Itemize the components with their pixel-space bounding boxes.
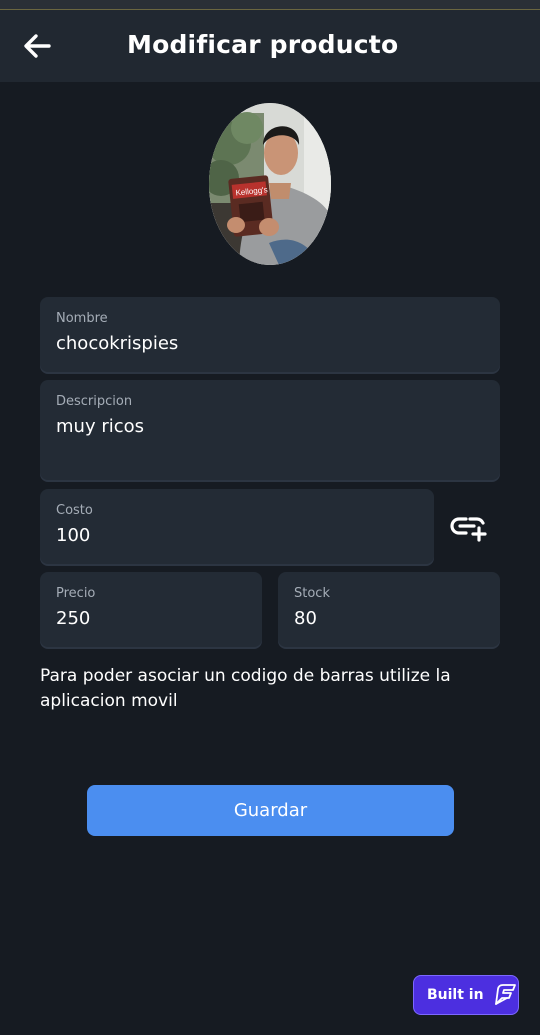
product-photo: Kellogg's: [209, 103, 331, 265]
built-in-label: Built in: [427, 987, 484, 1003]
built-in-badge[interactable]: Built in: [413, 975, 519, 1015]
status-strip: [0, 0, 540, 10]
nombre-value[interactable]: chocokrispies: [56, 333, 178, 354]
back-button[interactable]: [18, 28, 56, 64]
stock-value[interactable]: 80: [294, 608, 317, 629]
arrow-left-icon: [24, 34, 51, 58]
descripcion-label: Descripcion: [56, 394, 133, 409]
costo-value[interactable]: 100: [56, 525, 90, 546]
product-image[interactable]: Kellogg's: [209, 103, 331, 265]
descripcion-field[interactable]: Descripcion muy ricos: [40, 380, 500, 480]
stock-label: Stock: [294, 586, 330, 601]
nombre-label: Nombre: [56, 311, 108, 326]
page-title: Modificar producto: [127, 30, 399, 59]
barcode-note: Para poder asociar un codigo de barras u…: [40, 666, 451, 711]
costo-field[interactable]: Costo 100: [40, 489, 434, 564]
precio-value[interactable]: 250: [56, 608, 90, 629]
stock-field[interactable]: Stock 80: [278, 572, 500, 647]
nombre-field[interactable]: Nombre chocokrispies: [40, 297, 500, 372]
add-link-icon: [450, 517, 487, 542]
precio-label: Precio: [56, 586, 96, 601]
app-bar: Modificar producto: [0, 10, 540, 82]
save-button[interactable]: Guardar: [87, 785, 454, 836]
costo-label: Costo: [56, 503, 93, 518]
descripcion-value[interactable]: muy ricos: [56, 416, 144, 437]
precio-field[interactable]: Precio 250: [40, 572, 262, 647]
add-link-button[interactable]: [444, 507, 492, 547]
flutterflow-logo-icon: [492, 983, 518, 1007]
